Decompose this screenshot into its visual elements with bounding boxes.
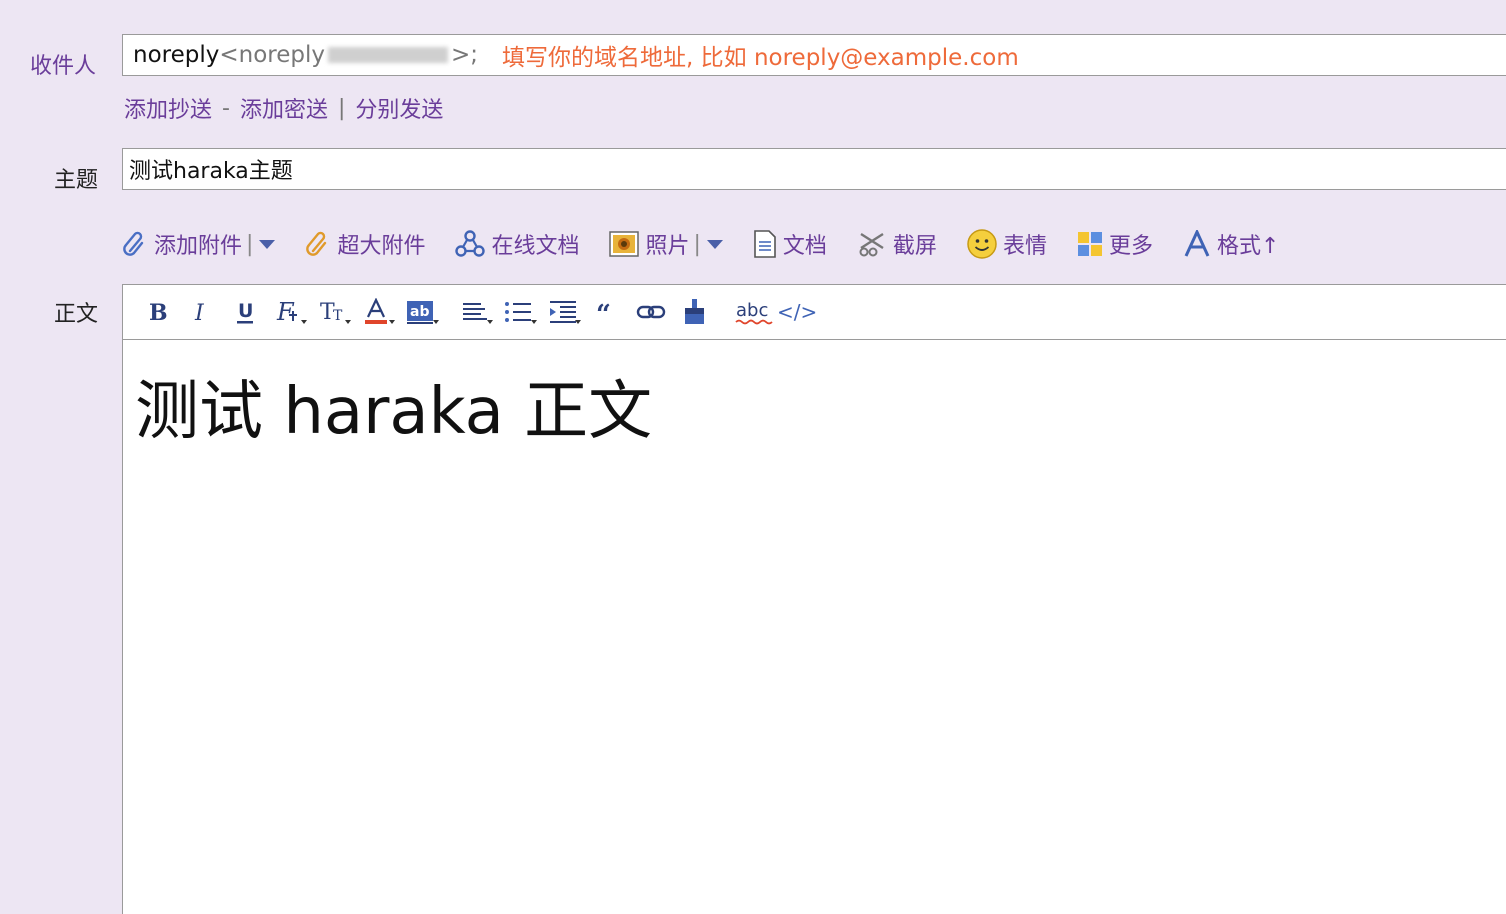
- online-doc-label: 在线文档: [491, 234, 580, 259]
- recipient-links: 添加抄送 - 添加密送 | 分别发送: [124, 92, 443, 124]
- attachment-toolbar: 添加附件 | 超大附件 在线文档 照片 | 文档 截屏 表情 更多 格式↑: [122, 222, 1309, 266]
- link-separator: |: [337, 95, 346, 121]
- add-attachment-label: 添加附件: [154, 234, 243, 259]
- document-icon: [754, 230, 776, 258]
- body-label: 正文: [54, 302, 99, 327]
- photo-icon: [609, 231, 640, 257]
- online-doc-button[interactable]: 在线文档: [455, 228, 579, 260]
- bold-button[interactable]: B: [135, 294, 179, 330]
- recipient-name: noreply: [133, 42, 220, 68]
- spellcheck-icon: abc: [735, 300, 773, 325]
- recipient-address-prefix: <noreply: [219, 42, 325, 68]
- svg-text:B: B: [149, 300, 168, 324]
- subject-input[interactable]: 测试haraka主题: [122, 148, 1506, 190]
- online-doc-icon: [455, 230, 486, 257]
- svg-text:ab: ab: [410, 304, 429, 320]
- photo-button[interactable]: 照片 |: [609, 228, 723, 260]
- bulleted-list-icon: [505, 302, 531, 322]
- spellcheck-button[interactable]: abc: [733, 294, 777, 330]
- indent-icon: [550, 301, 576, 323]
- underline-button[interactable]: U: [223, 294, 267, 330]
- font-family-button[interactable]: F: [267, 294, 311, 330]
- subject-label: 主题: [54, 168, 99, 193]
- align-button[interactable]: [453, 294, 497, 330]
- chevron-down-icon: [389, 320, 395, 324]
- format-painter-icon: [685, 299, 704, 324]
- indent-button[interactable]: [541, 294, 585, 330]
- recipient-label[interactable]: 收件人: [30, 48, 96, 80]
- emoji-label: 表情: [1002, 234, 1047, 259]
- font-family-icon: F: [276, 299, 297, 325]
- format-a-icon: [1184, 230, 1210, 257]
- large-attachment-button[interactable]: 超大附件: [305, 228, 425, 260]
- chevron-down-icon: [301, 320, 307, 324]
- svg-text:</>: </>: [777, 300, 817, 324]
- svg-text:abc: abc: [736, 300, 768, 321]
- source-code-icon: </>: [777, 300, 817, 324]
- link-button[interactable]: [629, 294, 673, 330]
- quote-button[interactable]: “: [585, 294, 629, 330]
- message-body-editor[interactable]: 测试 haraka 正文: [122, 340, 1506, 914]
- link-separator: -: [222, 95, 230, 121]
- paperclip-icon: [123, 231, 144, 256]
- font-size-button[interactable]: TT: [311, 294, 355, 330]
- source-code-button[interactable]: </>: [777, 294, 821, 330]
- dropdown-separator: |: [246, 231, 254, 257]
- underline-icon: U: [237, 300, 253, 324]
- highlight-button[interactable]: ab: [399, 294, 443, 330]
- editor-toolbar: B I U F TT ab “ abc </>: [122, 284, 1506, 340]
- format-label: 格式↑: [1216, 234, 1280, 259]
- quote-icon: “: [596, 301, 611, 323]
- align-icon: [463, 303, 487, 320]
- large-attachment-label: 超大附件: [337, 234, 426, 259]
- add-bcc-link[interactable]: 添加密送: [240, 92, 328, 124]
- more-apps-icon: [1077, 232, 1102, 256]
- font-size-icon: TT: [320, 300, 343, 325]
- recipient-hint: 填写你的域名地址, 比如 noreply@example.com: [502, 45, 1019, 71]
- svg-text:T: T: [333, 308, 343, 324]
- bulleted-list-button[interactable]: [497, 294, 541, 330]
- scissors-icon: [859, 232, 884, 257]
- font-color-button[interactable]: [355, 294, 399, 330]
- recipient-input[interactable]: noreply <noreply >; 填写你的域名地址, 比如 noreply…: [122, 34, 1506, 76]
- link-icon: [636, 305, 666, 319]
- more-button[interactable]: 更多: [1077, 228, 1153, 260]
- emoji-button[interactable]: 表情: [967, 228, 1047, 260]
- chevron-down-icon: [531, 320, 537, 324]
- chevron-down-icon: [487, 320, 493, 324]
- chevron-down-icon: [345, 320, 351, 324]
- add-attachment-button[interactable]: 添加附件 |: [122, 228, 276, 260]
- smiley-icon: [967, 229, 997, 259]
- document-button[interactable]: 文档: [753, 228, 827, 260]
- paperclip-orange-icon: [306, 231, 327, 256]
- svg-text:U: U: [238, 300, 253, 322]
- font-color-icon: [365, 298, 387, 324]
- recipient-address-suffix: >;: [450, 42, 479, 68]
- add-cc-link[interactable]: 添加抄送: [124, 92, 212, 124]
- photo-label: 照片: [645, 234, 690, 259]
- chevron-down-icon: [433, 320, 439, 324]
- svg-text:“: “: [596, 301, 611, 323]
- italic-button[interactable]: I: [179, 294, 223, 330]
- send-separately-link[interactable]: 分别发送: [355, 92, 443, 124]
- format-painter-button[interactable]: [673, 294, 717, 330]
- bold-icon: B: [149, 300, 168, 324]
- more-label: 更多: [1108, 234, 1153, 259]
- italic-icon: I: [194, 301, 205, 324]
- screenshot-button[interactable]: 截屏: [857, 228, 937, 260]
- dropdown-separator: |: [693, 231, 701, 257]
- format-button[interactable]: 格式↑: [1183, 228, 1279, 260]
- chevron-down-icon[interactable]: [706, 239, 723, 249]
- highlight-icon: ab: [407, 301, 433, 324]
- redacted-address: [327, 47, 448, 63]
- chevron-down-icon[interactable]: [259, 239, 276, 249]
- screenshot-label: 截屏: [892, 234, 937, 259]
- document-label: 文档: [782, 234, 827, 259]
- message-body-text: 测试 haraka 正文: [135, 375, 653, 449]
- svg-text:I: I: [194, 301, 205, 324]
- chevron-down-icon: [575, 320, 581, 324]
